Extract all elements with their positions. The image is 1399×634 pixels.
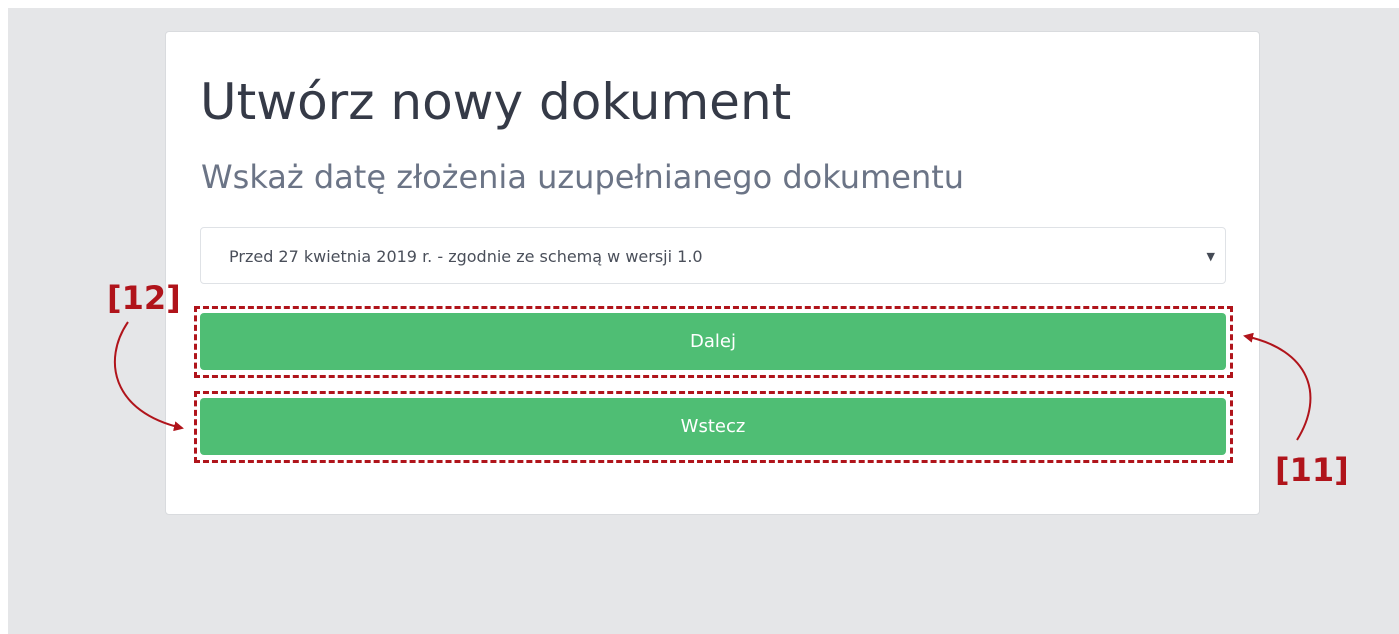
- annotation-box-back: [194, 391, 1233, 463]
- annotation-label-12: [12]: [107, 279, 181, 317]
- caret-down-icon: ▼: [1206, 250, 1215, 263]
- version-select-value: Przed 27 kwietnia 2019 r. - zgodnie ze s…: [229, 247, 703, 266]
- page-title: Utwórz nowy dokument: [200, 73, 792, 131]
- annotation-box-next: [194, 306, 1233, 378]
- version-select[interactable]: Przed 27 kwietnia 2019 r. - zgodnie ze s…: [200, 227, 1226, 284]
- page-subtitle: Wskaż datę złożenia uzupełnianego dokume…: [201, 158, 965, 196]
- annotation-label-11: [11]: [1275, 451, 1349, 489]
